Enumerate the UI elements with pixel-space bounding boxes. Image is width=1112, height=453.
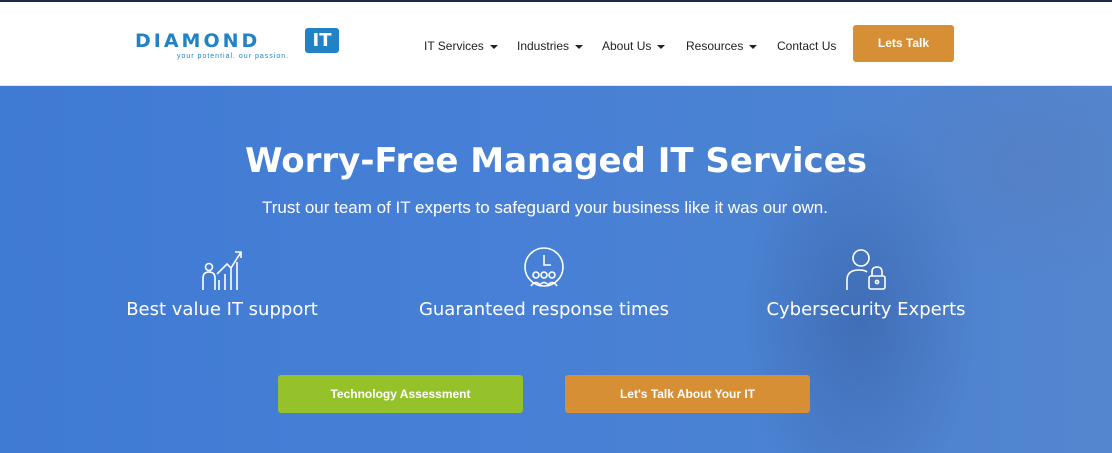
- feature-label: Cybersecurity Experts: [766, 299, 966, 320]
- logo-tagline: your potential. our passion.: [177, 53, 290, 60]
- hero-section: Worry-Free Managed IT Services Trust our…: [0, 86, 1112, 453]
- feature-best-value: Best value IT support: [72, 246, 372, 326]
- nav-item-label: About Us: [602, 39, 652, 53]
- nav-item-label: Resources: [686, 39, 744, 53]
- nav-item-contact-us[interactable]: Contact Us: [777, 38, 836, 54]
- feature-label: Guaranteed response times: [418, 299, 670, 320]
- nav-item-label: Contact Us: [777, 39, 837, 53]
- hero-title: Worry-Free Managed IT Services: [245, 141, 867, 181]
- site-header: DIAMOND IT your potential. our passion. …: [0, 2, 1112, 86]
- feature-cybersecurity: Cybersecurity Experts: [716, 246, 1016, 326]
- chevron-down-icon: [749, 44, 758, 49]
- nav-item-label: IT Services: [424, 39, 484, 53]
- nav-item-industries[interactable]: Industries: [517, 38, 584, 54]
- logo-it-badge: IT: [305, 28, 339, 53]
- user-lock-icon: [846, 249, 886, 290]
- hero-subtitle: Trust our team of IT experts to safeguar…: [262, 198, 828, 217]
- diamond-it-logo[interactable]: DIAMOND IT your potential. our passion.: [135, 28, 345, 64]
- chevron-down-icon: [489, 44, 498, 49]
- lets-talk-button[interactable]: Lets Talk: [853, 25, 954, 62]
- chevron-down-icon: [575, 44, 584, 49]
- nav-item-it-services[interactable]: IT Services: [424, 38, 498, 54]
- growth-chart-icon: [202, 251, 242, 290]
- nav-item-about-us[interactable]: About Us: [602, 38, 666, 54]
- lets-talk-about-your-it-button[interactable]: Let's Talk About Your IT: [565, 375, 810, 413]
- nav-item-label: Industries: [517, 39, 570, 53]
- logo-wordmark: DIAMOND: [135, 30, 261, 52]
- chevron-down-icon: [657, 44, 666, 49]
- feature-label: Best value IT support: [126, 299, 318, 320]
- feature-response-times: Guaranteed response times: [394, 246, 694, 326]
- technology-assessment-button[interactable]: Technology Assessment: [278, 375, 523, 413]
- nav-item-resources[interactable]: Resources: [686, 38, 758, 54]
- clock-team-icon: [524, 247, 564, 287]
